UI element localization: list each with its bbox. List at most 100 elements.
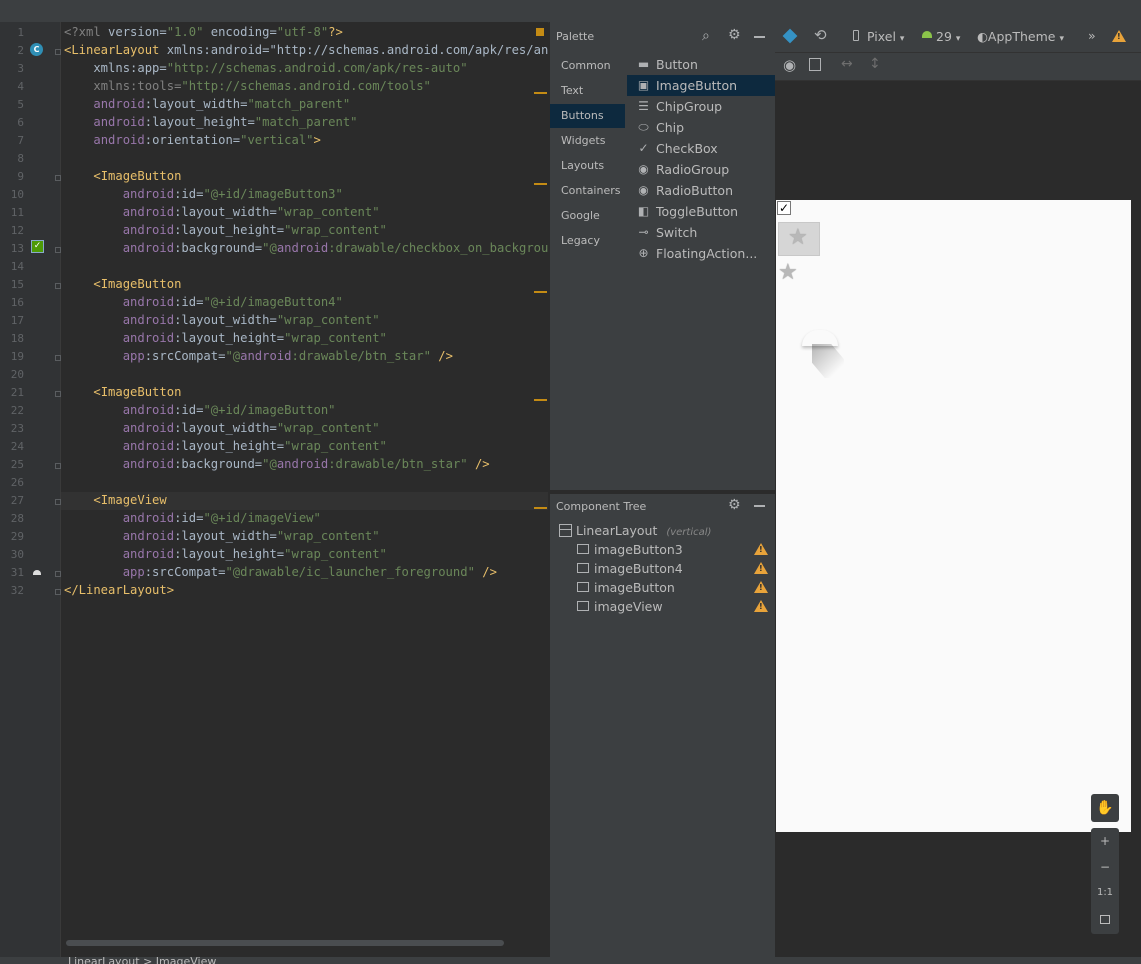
breadcrumb[interactable]: LinearLayout > ImageView xyxy=(68,957,216,964)
warning-icon[interactable]: ! xyxy=(754,581,768,593)
xml-code-editor[interactable]: 1 2 3 4 5 6 7 8 9 10 11 12 13 14 15 16 17 18 19 20 21 22 23 24 2… xyxy=(0,22,570,957)
tree-item-imagebutton4[interactable]: imageButton4 xyxy=(594,561,683,576)
palette-item-switch[interactable]: ⊸ Switch xyxy=(627,222,775,243)
code-line[interactable]: android:id="@+id/imageButton4" xyxy=(64,295,343,309)
code-line[interactable]: android:id="@+id/imageButton3" xyxy=(64,187,343,201)
fold-marker[interactable] xyxy=(55,247,61,253)
warning-marker[interactable] xyxy=(534,507,547,509)
palette-category-text[interactable]: Text xyxy=(550,79,625,103)
code-line[interactable]: xmlns:tools="http://schemas.android.com/… xyxy=(64,79,431,93)
code-line[interactable]: android:id="@+id/imageButton" xyxy=(64,403,336,417)
fold-marker[interactable] xyxy=(55,175,61,181)
code-line[interactable]: app:srcCompat="@android:drawable/btn_sta… xyxy=(64,349,453,363)
code-line[interactable]: android:layout_width="wrap_content" xyxy=(64,421,380,435)
code-line[interactable]: <ImageButton xyxy=(64,385,181,399)
code-line[interactable]: <LinearLayout xmlns:android="http://sche… xyxy=(64,43,570,57)
palette-category-widgets[interactable]: Widgets xyxy=(550,129,625,153)
code-line[interactable]: android:layout_height="wrap_content" xyxy=(64,547,387,561)
image-view-launcher-foreground[interactable] xyxy=(798,324,858,384)
device-selector[interactable]: Pixel ▾ xyxy=(867,29,904,44)
palette-item-radiobutton[interactable]: ◉ RadioButton xyxy=(627,180,775,201)
palette-category-google[interactable]: Google xyxy=(550,204,625,228)
layers-icon[interactable] xyxy=(782,28,798,44)
gear-icon[interactable]: ⚙ xyxy=(728,497,741,513)
fold-marker[interactable] xyxy=(55,355,61,361)
pan-hand-icon[interactable]: ✋ xyxy=(1091,794,1119,822)
code-line[interactable]: android:background="@android:drawable/bt… xyxy=(64,457,490,471)
code-line[interactable]: <ImageButton xyxy=(64,169,181,183)
fold-marker[interactable] xyxy=(55,49,61,55)
palette-category-legacy[interactable]: Legacy xyxy=(550,229,625,253)
tree-item-imagebutton3[interactable]: imageButton3 xyxy=(594,542,683,557)
warning-marker[interactable] xyxy=(534,399,547,401)
code-line[interactable]: android:layout_width="wrap_content" xyxy=(64,313,380,327)
code-line[interactable]: xmlns:app="http://schemas.android.com/ap… xyxy=(64,61,467,75)
zoom-out-button[interactable]: − xyxy=(1091,854,1119,880)
device-screen-preview[interactable]: ✓ ★ ★ xyxy=(776,200,1131,832)
palette-item-chip[interactable]: ⬭ Chip xyxy=(627,117,775,138)
fold-marker[interactable] xyxy=(55,283,61,289)
code-line[interactable]: <?xml version="1.0" encoding="utf-8"?> xyxy=(64,25,343,39)
code-line[interactable]: </LinearLayout> xyxy=(64,583,174,597)
horizontal-scrollbar[interactable] xyxy=(66,940,504,946)
palette-item-togglebutton[interactable]: ◧ ToggleButton xyxy=(627,201,775,222)
code-line[interactable]: android:layout_width="wrap_content" xyxy=(64,529,380,543)
overflow-button[interactable]: » xyxy=(1088,28,1096,43)
warning-icon[interactable]: ! xyxy=(1112,30,1126,42)
fold-marker[interactable] xyxy=(55,499,61,505)
image-button-star[interactable]: ★ xyxy=(778,260,798,285)
zoom-in-button[interactable]: + xyxy=(1091,828,1119,854)
fold-marker[interactable] xyxy=(55,463,61,469)
zoom-fit-button[interactable] xyxy=(1091,906,1119,932)
minimize-icon[interactable] xyxy=(754,36,765,38)
palette-item-button[interactable]: ▬ Button xyxy=(627,54,775,75)
warning-icon[interactable]: ! xyxy=(754,562,768,574)
code-line[interactable]: android:background="@android:drawable/ch… xyxy=(64,241,571,255)
theme-selector[interactable]: ◐AppTheme ▾ xyxy=(977,29,1064,44)
tree-item-linearlayout[interactable]: LinearLayout (vertical) xyxy=(576,523,711,538)
warning-icon[interactable]: ! xyxy=(754,543,768,555)
api-level-selector[interactable]: 29 ▾ xyxy=(936,29,960,44)
code-line[interactable]: android:layout_width="match_parent" xyxy=(64,97,350,111)
palette-category-layouts[interactable]: Layouts xyxy=(550,154,625,178)
warning-marker[interactable] xyxy=(534,183,547,185)
class-gutter-icon[interactable]: C xyxy=(30,43,43,56)
tree-item-imageview[interactable]: imageView xyxy=(594,599,663,614)
fold-marker[interactable] xyxy=(55,391,61,397)
analysis-status-icon[interactable] xyxy=(536,28,544,36)
image-button3-checkbox[interactable]: ✓ xyxy=(777,201,791,215)
warning-marker[interactable] xyxy=(534,92,547,94)
blueprint-icon[interactable] xyxy=(809,58,821,71)
warning-marker[interactable] xyxy=(534,291,547,293)
code-line[interactable]: app:srcCompat="@drawable/ic_launcher_for… xyxy=(64,565,497,579)
tree-item-imagebutton[interactable]: imageButton xyxy=(594,580,675,595)
eye-icon[interactable]: ◉ xyxy=(783,56,796,74)
search-icon[interactable]: ⌕ xyxy=(702,28,710,44)
code-line[interactable]: android:layout_height="wrap_content" xyxy=(64,223,387,237)
zoom-actual-size-button[interactable]: 1:1 xyxy=(1091,880,1119,906)
palette-item-chipgroup[interactable]: ☰ ChipGroup xyxy=(627,96,775,117)
code-line[interactable]: android:layout_height="wrap_content" xyxy=(64,331,387,345)
palette-item-radiogroup[interactable]: ◉ RadioGroup xyxy=(627,159,775,180)
vertical-resize-icon[interactable]: ↕ xyxy=(869,56,881,72)
fold-marker[interactable] xyxy=(55,571,61,577)
orientation-icon[interactable]: ⟲ xyxy=(814,26,827,44)
palette-category-containers[interactable]: Containers xyxy=(550,179,625,203)
palette-item-floatingaction[interactable]: ⊕ FloatingAction... xyxy=(627,243,775,264)
code-line[interactable]: <ImageButton xyxy=(64,277,181,291)
code-line[interactable]: android:layout_height="match_parent" xyxy=(64,115,357,129)
warning-icon[interactable]: ! xyxy=(754,600,768,612)
palette-item-checkbox[interactable]: ✓ CheckBox xyxy=(627,138,775,159)
code-line[interactable]: android:id="@+id/imageView" xyxy=(64,511,321,525)
palette-item-imagebutton[interactable]: ▣ ImageButton xyxy=(627,75,775,96)
palette-category-buttons[interactable]: Buttons xyxy=(550,104,625,128)
horizontal-resize-icon[interactable]: ↔ xyxy=(841,56,853,72)
minimize-icon[interactable] xyxy=(754,505,765,507)
code-line[interactable]: android:layout_height="wrap_content" xyxy=(64,439,387,453)
code-line[interactable]: android:layout_width="wrap_content" xyxy=(64,205,380,219)
palette-category-common[interactable]: Common xyxy=(550,54,625,78)
image-button4-star[interactable]: ★ xyxy=(778,222,820,256)
gear-icon[interactable]: ⚙ xyxy=(728,27,741,43)
code-line[interactable]: android:orientation="vertical"> xyxy=(64,133,320,147)
code-line[interactable]: <ImageView xyxy=(64,493,166,507)
